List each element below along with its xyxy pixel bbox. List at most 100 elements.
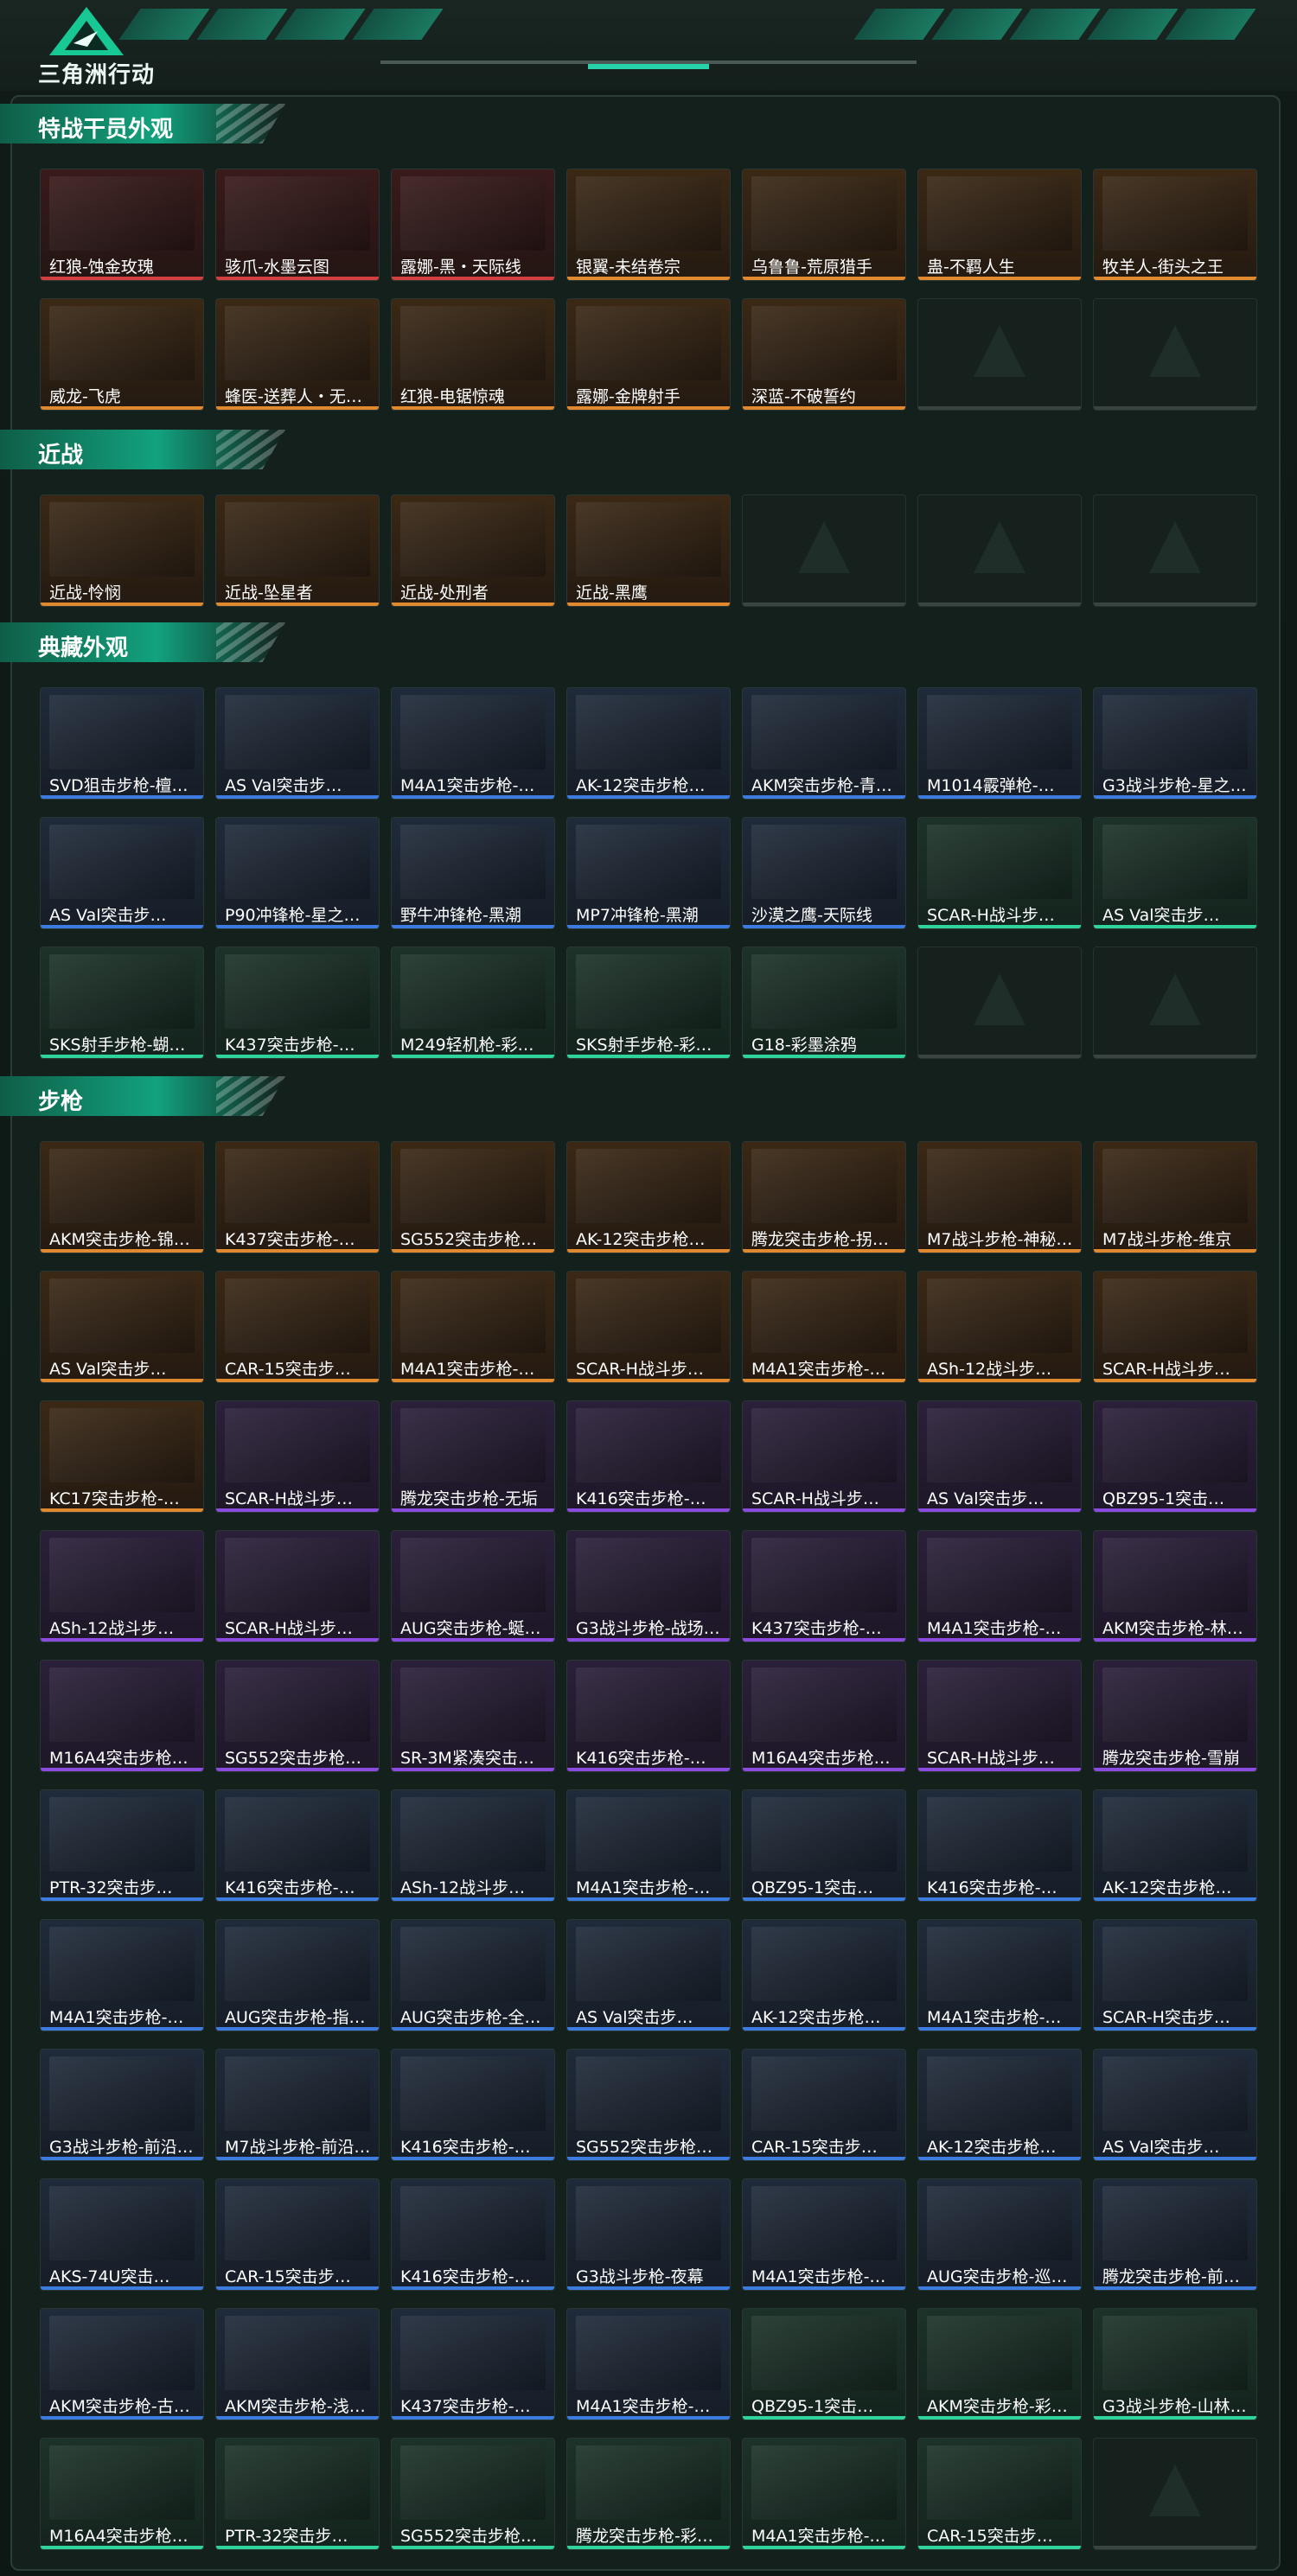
skin-item[interactable]: 露娜-黑・天际线 bbox=[391, 169, 555, 281]
skin-item[interactable]: AS Val突击步… bbox=[1093, 2049, 1257, 2161]
skin-item[interactable]: M4A1突击步枪-… bbox=[566, 1789, 731, 1902]
skin-item[interactable]: G18-彩墨涂鸦 bbox=[742, 947, 906, 1059]
skin-item[interactable]: ASh-12战斗步… bbox=[40, 1530, 204, 1642]
skin-item[interactable]: AK-12突击步枪… bbox=[917, 2049, 1082, 2161]
skin-item[interactable]: P90冲锋枪-星之… bbox=[215, 817, 380, 929]
skin-item[interactable]: K416突击步枪-… bbox=[391, 2178, 555, 2291]
skin-item[interactable]: M16A4突击步枪… bbox=[40, 1660, 204, 1772]
skin-item[interactable]: G3战斗步枪-战场… bbox=[566, 1530, 731, 1642]
skin-item[interactable]: G3战斗步枪-前沿… bbox=[40, 2049, 204, 2161]
skin-item[interactable]: M249轻机枪-彩… bbox=[391, 947, 555, 1059]
skin-item[interactable]: SCAR-H战斗步… bbox=[215, 1530, 380, 1642]
skin-item[interactable]: 露娜-金牌射手 bbox=[566, 298, 731, 411]
skin-item[interactable]: 腾龙突击步枪-彩墨… bbox=[566, 2438, 731, 2550]
skin-item[interactable]: CAR-15突击步… bbox=[742, 2049, 906, 2161]
skin-item[interactable]: 腾龙突击步枪-无垢 bbox=[391, 1400, 555, 1513]
skin-item[interactable]: AK-12突击步枪… bbox=[1093, 1789, 1257, 1902]
skin-item[interactable]: 近战-处刑者 bbox=[391, 494, 555, 607]
skin-item[interactable]: SKS射手步枪-蝴… bbox=[40, 947, 204, 1059]
skin-item[interactable]: AKM突击步枪-青… bbox=[742, 687, 906, 800]
skin-item[interactable]: AUG突击步枪-蜒… bbox=[391, 1530, 555, 1642]
skin-item[interactable]: SG552突击步枪… bbox=[215, 1660, 380, 1772]
skin-item[interactable]: M4A1突击步枪-… bbox=[391, 1271, 555, 1383]
skin-item[interactable]: 骇爪-水墨云图 bbox=[215, 169, 380, 281]
skin-item[interactable]: M7战斗步枪-维京 bbox=[1093, 1141, 1257, 1253]
skin-item[interactable]: SCAR-H战斗步… bbox=[215, 1400, 380, 1513]
skin-item[interactable]: SVD狙击步枪-檀… bbox=[40, 687, 204, 800]
skin-item[interactable]: 沙漠之鹰-天际线 bbox=[742, 817, 906, 929]
skin-item[interactable]: AKM突击步枪-浅… bbox=[215, 2308, 380, 2420]
skin-item[interactable]: 近战-坠星者 bbox=[215, 494, 380, 607]
skin-item[interactable]: M16A4突击步枪… bbox=[40, 2438, 204, 2550]
skin-item[interactable]: AS Val突击步… bbox=[566, 1919, 731, 2031]
skin-item[interactable]: 近战-黑鹰 bbox=[566, 494, 731, 607]
skin-item[interactable]: 蜂医-送葬人・无题… bbox=[215, 298, 380, 411]
skin-item[interactable]: 近战-怜悯 bbox=[40, 494, 204, 607]
skin-item[interactable]: AKS-74U突击… bbox=[40, 2178, 204, 2291]
skin-item[interactable]: SCAR-H战斗步… bbox=[917, 817, 1082, 929]
skin-item[interactable]: M4A1突击步枪-… bbox=[391, 687, 555, 800]
skin-item[interactable]: K437突击步枪-… bbox=[742, 1530, 906, 1642]
skin-item[interactable]: CAR-15突击步… bbox=[215, 1271, 380, 1383]
skin-item[interactable]: K416突击步枪-… bbox=[566, 1400, 731, 1513]
skin-item[interactable]: M7战斗步枪-神秘… bbox=[917, 1141, 1082, 1253]
skin-item[interactable]: K416突击步枪-… bbox=[215, 1789, 380, 1902]
skin-item[interactable]: 红狼-电锯惊魂 bbox=[391, 298, 555, 411]
skin-item[interactable]: SG552突击步枪… bbox=[566, 2049, 731, 2161]
skin-item[interactable]: 银翼-未结卷宗 bbox=[566, 169, 731, 281]
skin-item[interactable]: AUG突击步枪-全… bbox=[391, 1919, 555, 2031]
skin-item[interactable]: 威龙-飞虎 bbox=[40, 298, 204, 411]
skin-item[interactable]: M1014霰弹枪-… bbox=[917, 687, 1082, 800]
skin-item[interactable]: AKM突击步枪-彩… bbox=[917, 2308, 1082, 2420]
skin-item[interactable]: 腾龙突击步枪-前沿… bbox=[1093, 2178, 1257, 2291]
skin-item[interactable]: K437突击步枪-… bbox=[215, 1141, 380, 1253]
skin-item[interactable]: G3战斗步枪-夜幕 bbox=[566, 2178, 731, 2291]
skin-item[interactable]: AUG突击步枪-指… bbox=[215, 1919, 380, 2031]
skin-item[interactable]: M4A1突击步枪-… bbox=[917, 1530, 1082, 1642]
skin-item[interactable]: AS Val突击步… bbox=[40, 1271, 204, 1383]
skin-item[interactable]: M4A1突击步枪-… bbox=[40, 1919, 204, 2031]
skin-item[interactable]: QBZ95-1突击… bbox=[742, 1789, 906, 1902]
skin-item[interactable]: ASh-12战斗步… bbox=[917, 1271, 1082, 1383]
skin-item[interactable]: AS Val突击步… bbox=[215, 687, 380, 800]
skin-item[interactable]: M4A1突击步枪-… bbox=[917, 1919, 1082, 2031]
skin-item[interactable]: K416突击步枪-… bbox=[566, 1660, 731, 1772]
skin-item[interactable]: SCAR-H战斗步… bbox=[917, 1660, 1082, 1772]
skin-item[interactable]: M4A1突击步枪-… bbox=[742, 2178, 906, 2291]
skin-item[interactable]: SG552突击步枪… bbox=[391, 1141, 555, 1253]
skin-item[interactable]: 深蓝-不破誓约 bbox=[742, 298, 906, 411]
skin-item[interactable]: SG552突击步枪… bbox=[391, 2438, 555, 2550]
skin-item[interactable]: 牧羊人-街头之王 bbox=[1093, 169, 1257, 281]
skin-item[interactable]: K437突击步枪-… bbox=[215, 947, 380, 1059]
skin-item[interactable]: 野牛冲锋枪-黑潮 bbox=[391, 817, 555, 929]
skin-item[interactable]: SCAR-H战斗步… bbox=[566, 1271, 731, 1383]
skin-item[interactable]: AUG突击步枪-巡… bbox=[917, 2178, 1082, 2291]
skin-item[interactable]: AK-12突击步枪… bbox=[566, 1141, 731, 1253]
skin-item[interactable]: QBZ95-1突击… bbox=[742, 2308, 906, 2420]
skin-item[interactable]: SCAR-H突击步… bbox=[1093, 1919, 1257, 2031]
skin-item[interactable]: 红狼-蚀金玫瑰 bbox=[40, 169, 204, 281]
skin-item[interactable]: K416突击步枪-… bbox=[391, 2049, 555, 2161]
skin-item[interactable]: AKM突击步枪-林… bbox=[1093, 1530, 1257, 1642]
skin-item[interactable]: 乌鲁鲁-荒原猎手 bbox=[742, 169, 906, 281]
skin-item[interactable]: ASh-12战斗步… bbox=[391, 1789, 555, 1902]
skin-item[interactable]: 蛊-不羁人生 bbox=[917, 169, 1082, 281]
skin-item[interactable]: 腾龙突击步枪-拐点… bbox=[742, 1141, 906, 1253]
skin-item[interactable]: G3战斗步枪-星之… bbox=[1093, 687, 1257, 800]
skin-item[interactable]: M4A1突击步枪-… bbox=[742, 1271, 906, 1383]
skin-item[interactable]: 腾龙突击步枪-雪崩 bbox=[1093, 1660, 1257, 1772]
skin-item[interactable]: AK-12突击步枪… bbox=[742, 1919, 906, 2031]
skin-item[interactable]: AK-12突击步枪… bbox=[566, 687, 731, 800]
skin-item[interactable]: M16A4突击步枪… bbox=[742, 1660, 906, 1772]
skin-item[interactable]: AKM突击步枪-古… bbox=[40, 2308, 204, 2420]
skin-item[interactable]: QBZ95-1突击… bbox=[1093, 1400, 1257, 1513]
skin-item[interactable]: K416突击步枪-… bbox=[917, 1789, 1082, 1902]
skin-item[interactable]: AS Val突击步… bbox=[40, 817, 204, 929]
skin-item[interactable]: CAR-15突击步… bbox=[917, 2438, 1082, 2550]
skin-item[interactable]: AS Val突击步… bbox=[917, 1400, 1082, 1513]
skin-item[interactable]: CAR-15突击步… bbox=[215, 2178, 380, 2291]
skin-item[interactable]: PTR-32突击步… bbox=[215, 2438, 380, 2550]
skin-item[interactable]: SKS射手步枪-彩… bbox=[566, 947, 731, 1059]
skin-item[interactable]: M4A1突击步枪-… bbox=[742, 2438, 906, 2550]
skin-item[interactable]: M4A1突击步枪-… bbox=[566, 2308, 731, 2420]
